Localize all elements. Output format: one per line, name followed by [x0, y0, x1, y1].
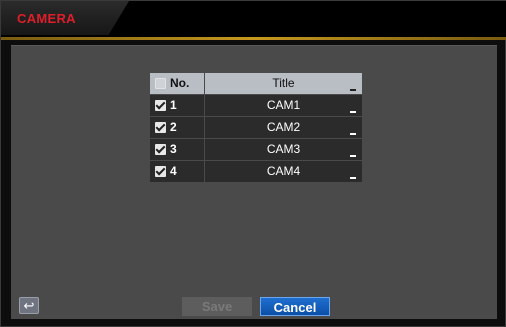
tab-label: CAMERA	[17, 11, 76, 26]
row-no-cell[interactable]: 2	[150, 117, 204, 138]
sort-indicator-icon	[350, 89, 356, 91]
header-no-label: No.	[170, 76, 190, 90]
titlebar: CAMERA	[1, 1, 506, 37]
back-button[interactable]: ↩	[19, 297, 39, 314]
row-no-label: 4	[170, 164, 177, 178]
row-no-label: 3	[170, 142, 177, 156]
back-arrow-icon: ↩	[23, 298, 35, 313]
edit-marker-icon	[350, 155, 356, 157]
row-no-label: 2	[170, 120, 177, 134]
row-checkbox[interactable]	[155, 122, 166, 133]
header-no-cell[interactable]: No.	[150, 73, 204, 94]
row-title-field[interactable]: CAM3	[205, 139, 362, 160]
edit-marker-icon	[350, 133, 356, 135]
row-checkbox[interactable]	[155, 166, 166, 177]
row-title-label: CAM3	[266, 142, 301, 156]
content-panel: No. Title 1 CAM1 2 CAM2 3 CAM3 4 CAM4 ↩ …	[11, 45, 497, 319]
row-no-cell[interactable]: 4	[150, 161, 204, 182]
row-title-label: CAM1	[266, 98, 301, 112]
row-checkbox[interactable]	[155, 144, 166, 155]
row-title-field[interactable]: CAM1	[205, 95, 362, 116]
select-all-checkbox[interactable]	[155, 78, 166, 89]
row-no-label: 1	[170, 98, 177, 112]
accent-divider	[1, 37, 506, 40]
row-no-cell[interactable]: 3	[150, 139, 204, 160]
header-title-cell[interactable]: Title	[205, 73, 362, 94]
row-title-label: CAM2	[266, 120, 301, 134]
row-title-field[interactable]: CAM4	[205, 161, 362, 182]
save-button[interactable]: Save	[182, 297, 252, 316]
row-no-cell[interactable]: 1	[150, 95, 204, 116]
row-checkbox[interactable]	[155, 100, 166, 111]
header-title-label: Title	[272, 76, 295, 90]
tab-camera: CAMERA	[1, 1, 129, 35]
edit-marker-icon	[350, 177, 356, 179]
cancel-button[interactable]: Cancel	[260, 297, 330, 316]
row-title-field[interactable]: CAM2	[205, 117, 362, 138]
camera-window: CAMERA No. Title 1 CAM1 2 CAM2 3 CAM3 4 …	[0, 0, 506, 327]
edit-marker-icon	[350, 111, 356, 113]
row-title-label: CAM4	[266, 164, 301, 178]
